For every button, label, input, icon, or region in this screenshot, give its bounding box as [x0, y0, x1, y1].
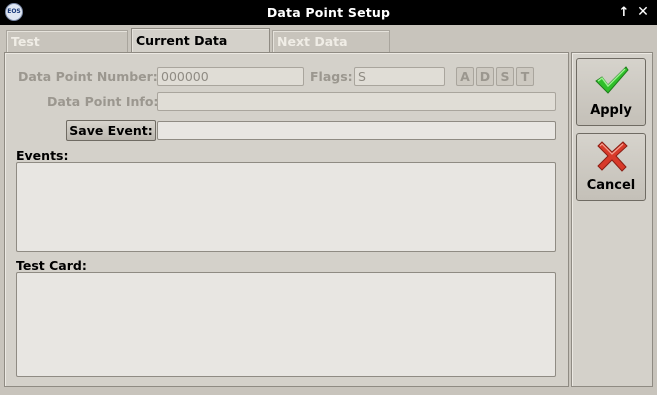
save-event-button[interactable]: Save Event:	[66, 120, 156, 141]
flags-label: Flags:	[310, 69, 353, 84]
save-event-field[interactable]	[157, 121, 556, 140]
flag-t-button[interactable]: T	[516, 67, 534, 86]
cancel-button[interactable]: Cancel	[576, 133, 646, 201]
flag-a-button[interactable]: A	[456, 67, 474, 86]
title-bar: EOS Data Point Setup ↑ ✕	[0, 0, 657, 25]
test-card-label: Test Card:	[16, 258, 87, 273]
events-label: Events:	[16, 148, 69, 163]
window-title: Data Point Setup	[266, 5, 391, 20]
tab-current-data-point[interactable]: Current Data Point	[131, 28, 270, 72]
data-point-info-field[interactable]	[157, 92, 556, 111]
events-textarea[interactable]	[16, 162, 556, 252]
flag-d-button[interactable]: D	[476, 67, 494, 86]
tab-test-information[interactable]: Test Information	[6, 30, 128, 71]
data-point-number-field[interactable]: 000000	[157, 67, 304, 86]
tab-next-data-point[interactable]: Next Data Point	[272, 30, 390, 71]
x-icon	[597, 141, 628, 172]
test-card-textarea[interactable]	[16, 272, 556, 377]
apply-label: Apply	[590, 103, 632, 118]
cancel-label: Cancel	[586, 178, 636, 193]
data-point-number-label: Data Point Number:	[18, 69, 158, 84]
flag-s-button[interactable]: S	[496, 67, 514, 86]
maximize-button[interactable]: ↑	[615, 0, 633, 25]
data-point-info-label: Data Point Info:	[47, 94, 159, 109]
close-window-button[interactable]: ✕	[634, 0, 652, 25]
flags-field[interactable]: S	[354, 67, 445, 86]
checkmark-icon	[595, 66, 629, 94]
apply-button[interactable]: Apply	[576, 58, 646, 126]
